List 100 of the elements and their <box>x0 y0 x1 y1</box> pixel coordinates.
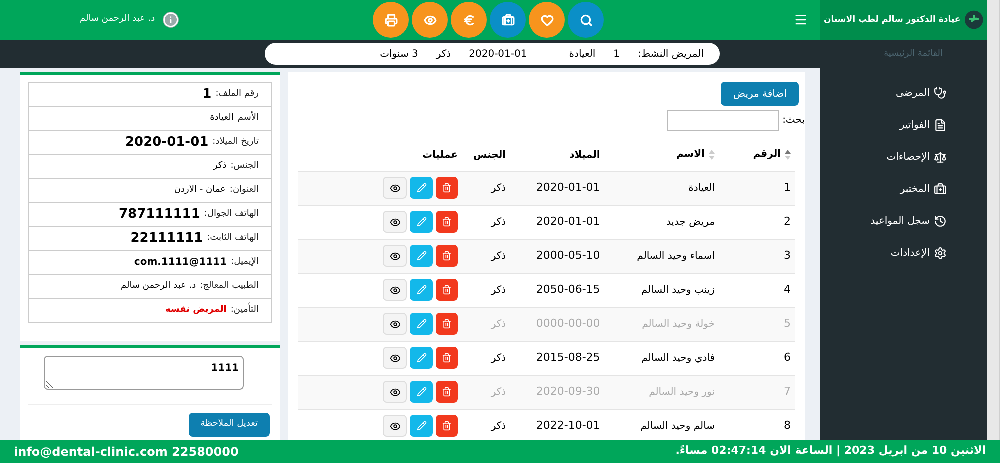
table-cell: خولة وحيد السالم <box>600 307 715 341</box>
eye-icon <box>390 420 400 432</box>
menu-icon[interactable] <box>794 13 808 27</box>
euro-icon <box>462 14 476 26</box>
table-cell: 4 <box>715 273 795 307</box>
patient-detail: الجنس: ذكر <box>28 154 272 179</box>
patient-detail: العنوان: عمان - الاردن <box>28 178 272 203</box>
pencil-icon <box>416 387 426 397</box>
table-cell: 0000-00-00 <box>506 307 600 341</box>
table-cell: فادي وحيد السالم <box>600 341 715 375</box>
trash-icon <box>442 319 452 329</box>
eye-icon <box>390 318 400 330</box>
file-number: 1 <box>614 48 620 62</box>
patient-detail: الأسم العيادة <box>28 106 272 131</box>
table-cell: 3 <box>715 239 795 273</box>
history-icon <box>934 215 947 228</box>
table-cell: 2 <box>715 205 795 239</box>
edit-note-button[interactable]: تعديل الملاحظة <box>188 413 270 437</box>
eye-icon <box>390 250 400 262</box>
quick-action-button[interactable] <box>373 2 409 38</box>
printer-icon <box>384 14 398 26</box>
eye-icon <box>390 386 400 398</box>
add-patient-button[interactable]: اضافة مريض <box>721 82 799 106</box>
delete-button[interactable] <box>436 415 458 438</box>
heart-icon <box>540 14 554 26</box>
eye-icon <box>390 216 400 228</box>
view-button[interactable] <box>383 415 407 438</box>
scale-icon <box>934 151 947 164</box>
delete-button[interactable] <box>436 313 458 335</box>
view-button[interactable] <box>383 177 407 199</box>
quick-action-button[interactable] <box>529 2 565 38</box>
table-cell: زينب وحيد السالم <box>600 273 715 307</box>
birth-date: 2020-01-01 <box>469 48 528 62</box>
view-button[interactable] <box>383 381 407 403</box>
table-cell: ذكر <box>458 341 506 375</box>
quick-action-button[interactable] <box>490 2 526 38</box>
patient-name: العيادة <box>569 48 596 62</box>
sidebar-item[interactable]: الإعدادات <box>890 238 987 270</box>
trash-icon <box>442 183 452 193</box>
table-cell: 2020-01-01 <box>506 205 600 239</box>
stethoscope-icon <box>934 87 947 100</box>
delete-button[interactable] <box>436 245 458 267</box>
view-button[interactable] <box>383 245 407 267</box>
patient-detail: الطبيب المعالج: د. عبد الرحمن سالم <box>28 274 272 299</box>
sidebar-item[interactable]: سجل المواعيد <box>870 206 987 238</box>
trash-icon <box>442 387 452 397</box>
trash-icon <box>442 421 452 432</box>
user-info-icon[interactable] <box>163 12 180 28</box>
table-cell: ذكر <box>458 409 506 440</box>
note-field[interactable]: 1111 <box>44 356 244 390</box>
column-header: عمليات <box>298 141 458 171</box>
delete-button[interactable] <box>436 279 458 301</box>
table-cell: 7 <box>715 375 795 409</box>
footer-datetime: الاثنين 10 من ابريل 2023 | الساعة الان 02:47:14 مساءً. <box>676 443 986 460</box>
table-cell: 6 <box>715 341 795 375</box>
table-cell: ذكر <box>458 375 506 409</box>
delete-button[interactable] <box>436 211 458 233</box>
table-cell: 5 <box>715 307 795 341</box>
view-button[interactable] <box>383 279 407 301</box>
table-cell: 2050-06-15 <box>506 273 600 307</box>
search-field[interactable] <box>666 110 779 131</box>
quick-action-button[interactable] <box>412 2 448 38</box>
table-cell: 1 <box>715 171 795 205</box>
eye-icon <box>390 352 400 364</box>
trash-icon <box>442 217 452 227</box>
delete-button[interactable] <box>436 381 458 403</box>
delete-button[interactable] <box>436 347 458 369</box>
table-cell: 8 <box>715 409 795 440</box>
table-cell: اسماء وحيد السالم <box>600 239 715 273</box>
sidebar-item[interactable]: المختبر <box>900 174 987 206</box>
table-cell: 2015-08-25 <box>506 341 600 375</box>
view-button[interactable] <box>383 313 407 335</box>
table-cell: العيادة <box>600 171 715 205</box>
quick-action-button[interactable] <box>451 2 487 38</box>
trash-icon <box>442 353 452 363</box>
trash-icon <box>442 251 452 261</box>
eye-icon <box>424 14 436 26</box>
table-cell: ذكر <box>458 307 506 341</box>
trash-icon <box>442 285 452 295</box>
view-button[interactable] <box>383 211 407 233</box>
quick-action-button[interactable] <box>568 2 604 38</box>
column-header: الجنس <box>458 141 506 171</box>
gender: ذكر <box>436 48 452 62</box>
sidebar-heading: القائمة الرئيسية <box>884 48 944 61</box>
sidebar-item[interactable]: المرضى <box>896 78 987 110</box>
pencil-icon <box>416 183 426 193</box>
pencil-icon <box>416 319 426 329</box>
table-cell: ذكر <box>458 205 506 239</box>
table-cell: نور وحيد السالم <box>600 375 715 409</box>
view-button[interactable] <box>383 347 407 369</box>
delete-button[interactable] <box>436 177 458 199</box>
search-icon <box>580 14 592 26</box>
table-cell: مريض جديد <box>600 205 715 239</box>
scrollbar[interactable] <box>987 0 1000 440</box>
sidebar-item[interactable]: الإحصاءات <box>886 142 987 174</box>
age: 3 سنوات <box>380 48 418 62</box>
column-header[interactable]: الاسم <box>600 141 715 171</box>
sidebar-item[interactable]: الفواتير <box>900 110 987 142</box>
medical-kit-icon <box>934 183 947 196</box>
column-header[interactable]: الرقم <box>715 141 795 171</box>
